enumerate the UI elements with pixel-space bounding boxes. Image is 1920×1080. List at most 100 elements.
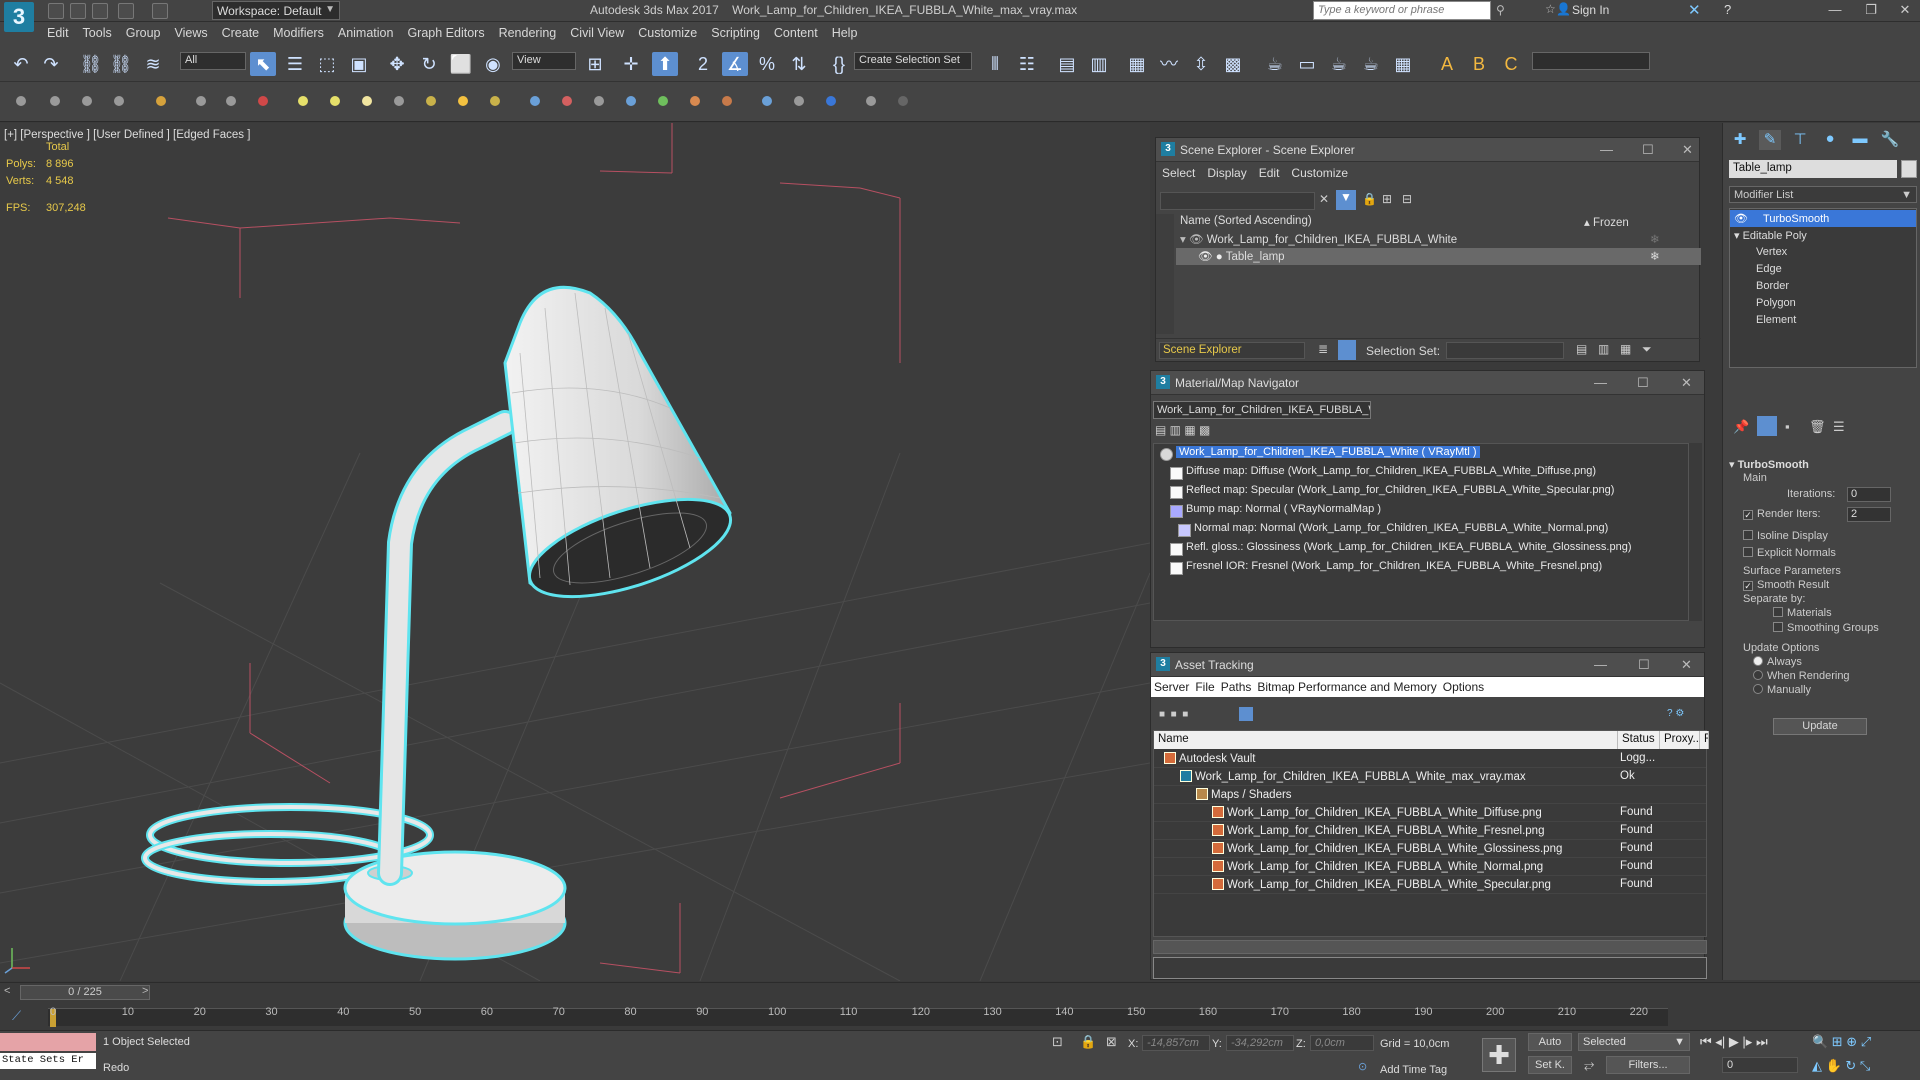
display-tab-icon[interactable]: ▬ (1849, 130, 1871, 150)
edit-named-selection-icon[interactable]: {} (826, 52, 852, 76)
when-rendering-radio[interactable] (1753, 670, 1763, 680)
place-icon[interactable]: ◉ (480, 52, 506, 76)
workspace-select[interactable]: Workspace: Default ▼ (212, 1, 340, 20)
keyboard-shortcut-override-icon[interactable]: ⬆ (652, 52, 678, 76)
tool-icon[interactable] (490, 96, 500, 106)
maximize-icon[interactable]: ☐ (1638, 657, 1650, 673)
menu-group[interactable]: Group (119, 22, 168, 40)
stack-item-editable-poly[interactable]: ▾ Editable Poly (1730, 227, 1916, 244)
tool-icon[interactable] (794, 96, 804, 106)
rollout-title[interactable]: ▾ TurboSmooth (1729, 458, 1809, 471)
ribbon-toggle-icon[interactable]: ▦ (1124, 52, 1150, 76)
explorer-name-field[interactable]: Scene Explorer (1159, 342, 1305, 359)
create-tab-icon[interactable]: ✚ (1729, 130, 1751, 150)
visibility-icon[interactable]: 👁 ● (1180, 251, 1223, 263)
time-slider[interactable]: < 0 / 225 > (0, 982, 1920, 1002)
menu-create[interactable]: Create (215, 22, 267, 40)
map-item[interactable]: Fresnel IOR: Fresnel (Work_Lamp_for_Chil… (1168, 560, 1602, 577)
text-b-icon[interactable]: B (1466, 52, 1492, 76)
align-icon[interactable]: ☷ (1014, 52, 1040, 76)
set-key-icon[interactable]: ✚ (1482, 1038, 1516, 1072)
asset-status-field[interactable] (1153, 957, 1707, 979)
absolute-mode-icon[interactable]: ⊠ (1106, 1034, 1117, 1050)
motion-tab-icon[interactable]: ● (1819, 130, 1841, 150)
tool-icon[interactable] (362, 96, 372, 106)
menu-scripting[interactable]: Scripting (704, 22, 767, 40)
make-unique-icon[interactable]: ▪ (1785, 419, 1790, 434)
menu-select[interactable]: Select (1156, 162, 1201, 184)
table-view-icon[interactable] (1239, 707, 1253, 721)
scale-icon[interactable]: ⬜ (448, 52, 474, 76)
minimize-icon[interactable]: — (1594, 657, 1607, 672)
filter-icon[interactable]: ⏷ (1642, 342, 1652, 357)
tree-row[interactable]: ▾ 👁 Work_Lamp_for_Children_IKEA_FUBBLA_W… (1176, 231, 1701, 248)
x-coordinate-field[interactable]: -14,857cm (1142, 1035, 1210, 1051)
time-tag-icon[interactable]: ⊙ (1358, 1060, 1367, 1073)
perspective-viewport[interactable]: [+] [Perspective ] [User Defined ] [Edge… (0, 123, 1150, 981)
smoothing-groups-checkbox[interactable] (1773, 622, 1783, 632)
menu-modifiers[interactable]: Modifiers (266, 22, 331, 40)
scene-search-input[interactable] (1160, 192, 1315, 210)
layer-explorer-icon[interactable]: ▥ (1086, 52, 1112, 76)
key-filter-dropdown[interactable]: Selected ▼ (1578, 1033, 1690, 1051)
maxscript-mini-field[interactable]: State Sets Er (0, 1053, 96, 1069)
search-input[interactable]: Type a keyword or phrase (1313, 1, 1491, 20)
table-row[interactable]: Work_Lamp_for_Children_IKEA_FUBBLA_White… (1154, 858, 1706, 876)
object-name-field[interactable]: Table_lamp (1729, 160, 1897, 178)
percent-snap-icon[interactable]: % (754, 52, 780, 76)
star-icon[interactable]: ☆ (1545, 2, 1556, 16)
tool-icon[interactable] (866, 96, 876, 106)
remove-modifier-icon[interactable]: 🗑 (1809, 419, 1826, 435)
tool-icon[interactable] (82, 96, 92, 106)
isolate-selection-icon[interactable]: ⊡ (1052, 1034, 1063, 1050)
tool-icon[interactable] (458, 96, 468, 106)
render-activeshade-icon[interactable]: ▦ (1390, 52, 1416, 76)
stack-subitem-element[interactable]: Element (1730, 312, 1916, 329)
menu-paths[interactable]: Paths (1218, 677, 1255, 697)
y-coordinate-field[interactable]: -34,292cm (1226, 1035, 1294, 1051)
angle-snap-icon[interactable]: ∡ (722, 52, 748, 76)
column-status[interactable]: Status (1618, 731, 1660, 749)
stack-item-turbosmooth[interactable]: 👁 TurboSmooth (1730, 210, 1916, 227)
remove-icon[interactable]: ▦ (1620, 342, 1631, 356)
unlink-icon[interactable]: ⛓ (108, 52, 134, 76)
menu-civil-view[interactable]: Civil View (563, 22, 631, 40)
redo-icon[interactable]: ↷ (38, 52, 64, 76)
named-selection-set-dropdown[interactable]: Create Selection Set (854, 52, 972, 70)
tool-icon[interactable] (530, 96, 540, 106)
tool-icon[interactable] (114, 96, 124, 106)
mirror-icon[interactable]: ⫴ (982, 52, 1008, 76)
menu-server[interactable]: Server (1151, 677, 1192, 697)
table-row[interactable]: Work_Lamp_for_Children_IKEA_FUBBLA_White… (1154, 768, 1706, 786)
minimize-icon[interactable]: — (1594, 375, 1607, 390)
spinner-snap-icon[interactable]: ⇅ (786, 52, 812, 76)
tool-icon[interactable] (196, 96, 206, 106)
modifier-list-dropdown[interactable]: Modifier List ▼ (1729, 186, 1917, 203)
view-list-icon[interactable]: ▤ ▥ ▦ ▩ (1155, 423, 1210, 437)
menu-views[interactable]: Views (167, 22, 214, 40)
table-row[interactable]: Work_Lamp_for_Children_IKEA_FUBBLA_White… (1154, 876, 1706, 894)
maximize-icon[interactable]: ☐ (1642, 142, 1654, 158)
tool-icon[interactable] (626, 96, 636, 106)
track-ruler[interactable]: 0 10 20 30 40 50 60 70 80 90 100 110 120 130 140 150 160… (48, 1006, 1668, 1027)
undo-icon[interactable]: ↶ (8, 52, 34, 76)
expand-icon[interactable]: ▾ (1734, 230, 1740, 242)
render-iters-checkbox[interactable]: ✓ (1743, 510, 1753, 520)
column-name[interactable]: Name (1154, 731, 1618, 749)
rectangular-selection-icon[interactable]: ⬚ (314, 52, 340, 76)
selection-filter-dropdown[interactable]: All (180, 52, 246, 70)
material-navigator-titlebar[interactable]: 3 Material/Map Navigator — ☐ ✕ (1151, 371, 1704, 395)
close-icon[interactable]: ✕ (1681, 657, 1692, 673)
clear-search-icon[interactable]: ✕ (1319, 192, 1329, 206)
lock-icon[interactable]: 🔒 (1362, 192, 1377, 206)
viewport-navigation-icons-2[interactable]: ◭ ✋ ↻ ⤡ (1812, 1058, 1870, 1074)
select-manipulate-icon[interactable]: ✛ (618, 52, 644, 76)
hierarchy-tab-icon[interactable]: ⊤ (1789, 130, 1811, 150)
menu-display[interactable]: Display (1201, 162, 1252, 184)
time-slider-thumb[interactable]: 0 / 225 (20, 985, 150, 1000)
asset-tracking-titlebar[interactable]: 3 Asset Tracking — ☐ ✕ (1151, 653, 1704, 677)
configure-modifier-sets-icon[interactable]: ☰ (1833, 419, 1845, 435)
scene-explorer-titlebar[interactable]: 3 Scene Explorer - Scene Explorer — ☐ ✕ (1156, 138, 1699, 162)
auto-key-button[interactable]: Auto (1528, 1033, 1572, 1051)
render-iters-spinner[interactable]: 2 (1847, 507, 1891, 522)
